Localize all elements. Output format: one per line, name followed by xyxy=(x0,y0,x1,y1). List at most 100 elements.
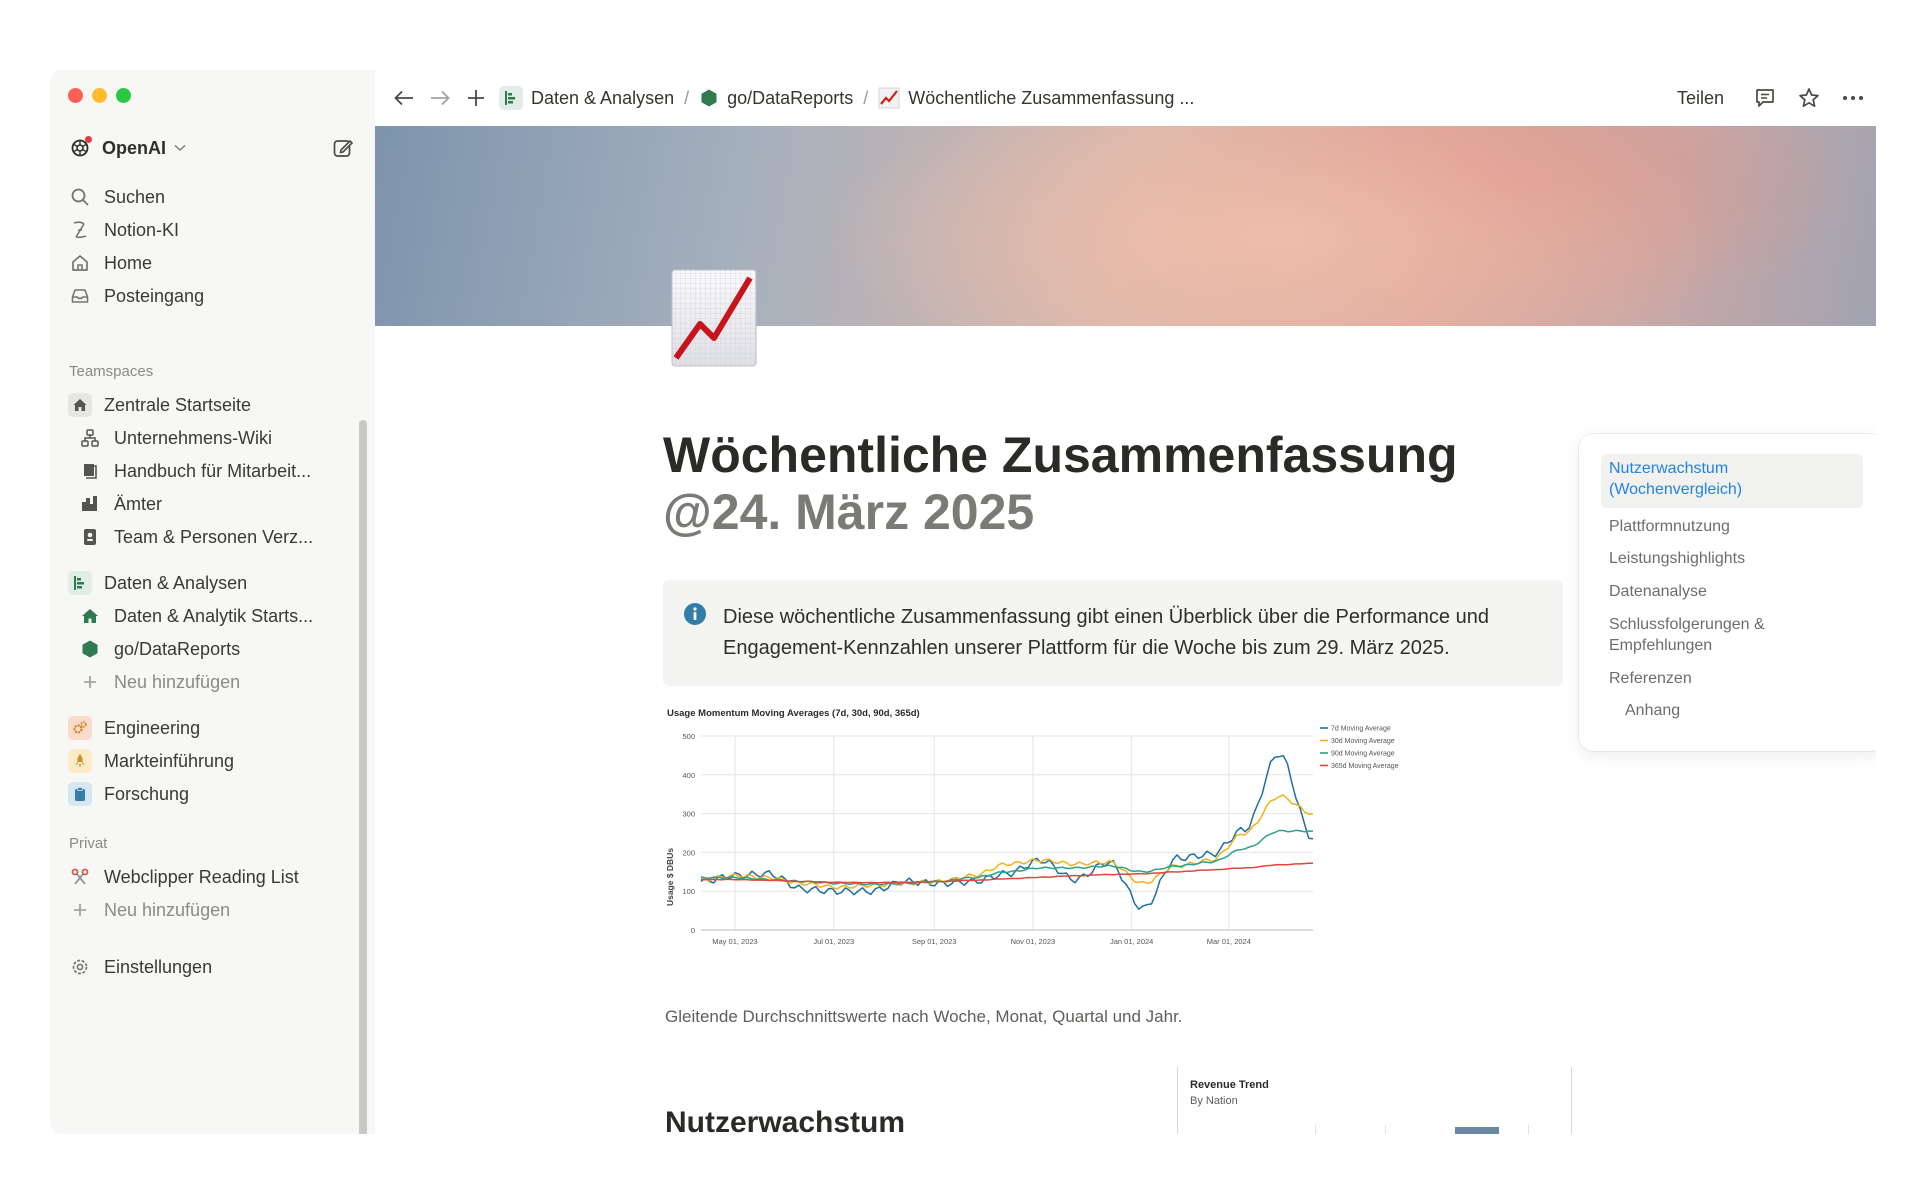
private-label: Privat xyxy=(69,835,108,852)
legend-label: 7d Moving Average xyxy=(1331,726,1391,733)
chart-x-tick-label: Nov 01, 2023 xyxy=(1011,937,1056,946)
forward-arrow-icon[interactable] xyxy=(425,83,455,113)
breadcrumb: Daten & Analysen / go/DataReports / Wöch… xyxy=(499,86,1194,110)
notification-dot xyxy=(85,136,92,143)
toc-item-referenzen[interactable]: Referenzen xyxy=(1609,668,1859,689)
section-heading-nutzerwachstum[interactable]: Nutzerwachstum xyxy=(665,1106,905,1134)
sidebar-item-team-personen[interactable]: Team & Personen Verz... xyxy=(78,520,368,554)
breadcrumb-separator: / xyxy=(684,87,690,108)
sidebar-item-unternehmens-wiki[interactable]: Unternehmens-Wiki xyxy=(78,421,368,455)
chart-y-tick-label: 100 xyxy=(682,887,695,896)
sidebar-item-settings[interactable]: Einstellungen xyxy=(68,950,358,984)
toc-item-datenanalyse[interactable]: Datenanalyse xyxy=(1609,581,1859,602)
breadcrumb-label: Daten & Analysen xyxy=(531,87,675,108)
breadcrumb-daten-analysen[interactable]: Daten & Analysen xyxy=(499,86,674,110)
chevron-down-icon xyxy=(174,141,186,155)
toc-item-plattformnutzung[interactable]: Plattformnutzung xyxy=(1609,516,1859,537)
chart-y-axis-label: Usage $ DBUs xyxy=(665,848,675,906)
sidebar-item-label: Forschung xyxy=(104,783,190,804)
contact-icon xyxy=(78,525,102,549)
org-chart-icon xyxy=(78,426,102,450)
sidebar-item-engineering[interactable]: Engineering xyxy=(68,711,358,745)
sidebar-item-forschung[interactable]: Forschung xyxy=(68,777,358,811)
revenue-trend-chart[interactable]: Revenue Trend By Nation xyxy=(1177,1067,1572,1134)
toc-item-schlussfolgerungen[interactable]: Schlussfolgerungen & Empfehlungen xyxy=(1609,614,1859,656)
sidebar-add-new-teamspace-page[interactable]: Neu hinzufügen xyxy=(78,665,368,699)
revenue-grid-line xyxy=(1385,1125,1386,1134)
minimize-window-button[interactable] xyxy=(92,88,107,103)
sidebar-item-aemter[interactable]: Ämter xyxy=(78,487,368,521)
chart-increasing-icon[interactable] xyxy=(670,268,758,368)
favorite-star-icon[interactable] xyxy=(1794,83,1824,113)
more-options-icon[interactable] xyxy=(1838,83,1868,113)
legend-label: 90d Moving Average xyxy=(1331,751,1395,758)
chart-y-tick-label: 200 xyxy=(682,848,695,857)
new-page-icon[interactable] xyxy=(330,135,356,161)
chart-series-line xyxy=(700,829,1314,886)
sidebar-item-label: Neu hinzufügen xyxy=(114,671,241,692)
sidebar-item-label: Daten & Analysen xyxy=(104,572,248,593)
callout-block[interactable]: Diese wöchentliche Zusammenfassung gibt … xyxy=(663,580,1563,686)
toc-item-nutzerwachstum[interactable]: Nutzerwachstum (Wochenvergleich) xyxy=(1609,458,1859,500)
comments-icon[interactable] xyxy=(1750,83,1780,113)
back-arrow-icon[interactable] xyxy=(389,83,419,113)
toc-item-anhang[interactable]: Anhang xyxy=(1625,700,1875,721)
breadcrumb-go-datareports[interactable]: go/DataReports xyxy=(699,88,853,109)
chart-series-line xyxy=(700,794,1314,890)
sidebar-item-label: Neu hinzufügen xyxy=(104,899,231,920)
page-cover-image[interactable] xyxy=(375,126,1876,326)
sidebar-item-label: Webclipper Reading List xyxy=(104,866,299,887)
scissors-icon xyxy=(68,865,92,889)
legend-label: 365d Moving Average xyxy=(1331,763,1399,770)
hexagon-icon xyxy=(78,637,102,661)
sidebar-item-label: Zentrale Startseite xyxy=(104,394,252,415)
sidebar-item-inbox[interactable]: Posteingang xyxy=(68,279,358,313)
zoom-window-button[interactable] xyxy=(116,88,131,103)
chart-bars-icon xyxy=(68,571,92,595)
date-mention[interactable]: @24. März 2025 xyxy=(663,483,1034,541)
toc-item-leistungshighlights[interactable]: Leistungshighlights xyxy=(1609,548,1859,569)
sidebar-item-search[interactable]: Suchen xyxy=(68,180,358,214)
page-title[interactable]: Wöchentliche Zusammenfassung xyxy=(663,426,1458,484)
sidebar-item-zentrale-startseite[interactable]: Zentrale Startseite xyxy=(68,388,358,422)
gear-icon xyxy=(68,955,92,979)
workspace-switcher[interactable]: OpenAI xyxy=(68,133,358,163)
chart-title: Usage Momentum Moving Averages (7d, 30d,… xyxy=(667,708,920,719)
share-button[interactable]: Teilen xyxy=(1677,88,1724,109)
sidebar-item-label: Ämter xyxy=(114,493,163,514)
close-window-button[interactable] xyxy=(68,88,83,103)
sidebar-item-webclipper[interactable]: Webclipper Reading List xyxy=(68,860,358,894)
sidebar: OpenAI Suchen Notion-KI Home Posteingang… xyxy=(50,70,375,1134)
sidebar-item-go-datareports[interactable]: go/DataReports xyxy=(78,632,368,666)
sidebar-item-markteinfuehrung[interactable]: Markteinführung xyxy=(68,744,358,778)
sidebar-item-label: Einstellungen xyxy=(104,956,213,977)
usage-moving-averages-chart[interactable]: Usage Momentum Moving Averages (7d, 30d,… xyxy=(663,702,1593,1002)
sidebar-item-home[interactable]: Home xyxy=(68,246,358,280)
sidebar-item-daten-analytik-startseite[interactable]: Daten & Analytik Starts... xyxy=(78,599,368,633)
plus-icon xyxy=(78,670,102,694)
chart-x-tick-label: Jan 01, 2024 xyxy=(1110,937,1153,946)
chart-increasing-icon xyxy=(878,87,900,109)
breadcrumb-separator: / xyxy=(863,87,869,108)
sidebar-item-daten-analysen[interactable]: Daten & Analysen xyxy=(68,566,358,600)
chart-bars-icon xyxy=(499,86,523,110)
openai-logo-icon xyxy=(68,136,92,160)
sidebar-item-label: Suchen xyxy=(104,186,166,207)
sidebar-item-label: Unternehmens-Wiki xyxy=(114,427,273,448)
chart-svg: Usage Momentum Moving Averages (7d, 30d,… xyxy=(665,708,1399,946)
gears-icon xyxy=(68,716,92,740)
workspace-name: OpenAI xyxy=(102,137,167,158)
new-tab-plus-icon[interactable] xyxy=(461,83,491,113)
sidebar-scrollbar[interactable] xyxy=(359,420,367,1134)
teamspaces-label: Teamspaces xyxy=(69,363,154,380)
breadcrumb-current-page[interactable]: Wöchentliche Zusammenfassung ... xyxy=(878,87,1194,109)
table-of-contents: Nutzerwachstum (Wochenvergleich) Plattfo… xyxy=(1579,434,1876,751)
sidebar-item-label: go/DataReports xyxy=(114,638,241,659)
sidebar-add-new-private-page[interactable]: Neu hinzufügen xyxy=(68,893,358,927)
house-green-icon xyxy=(78,604,102,628)
chart-series-line xyxy=(700,754,1314,910)
house-icon xyxy=(68,393,92,417)
sidebar-item-notion-ai[interactable]: Notion-KI xyxy=(68,213,358,247)
chart-y-tick-label: 500 xyxy=(682,732,695,741)
sidebar-item-handbuch[interactable]: Handbuch für Mitarbeit... xyxy=(78,454,368,488)
